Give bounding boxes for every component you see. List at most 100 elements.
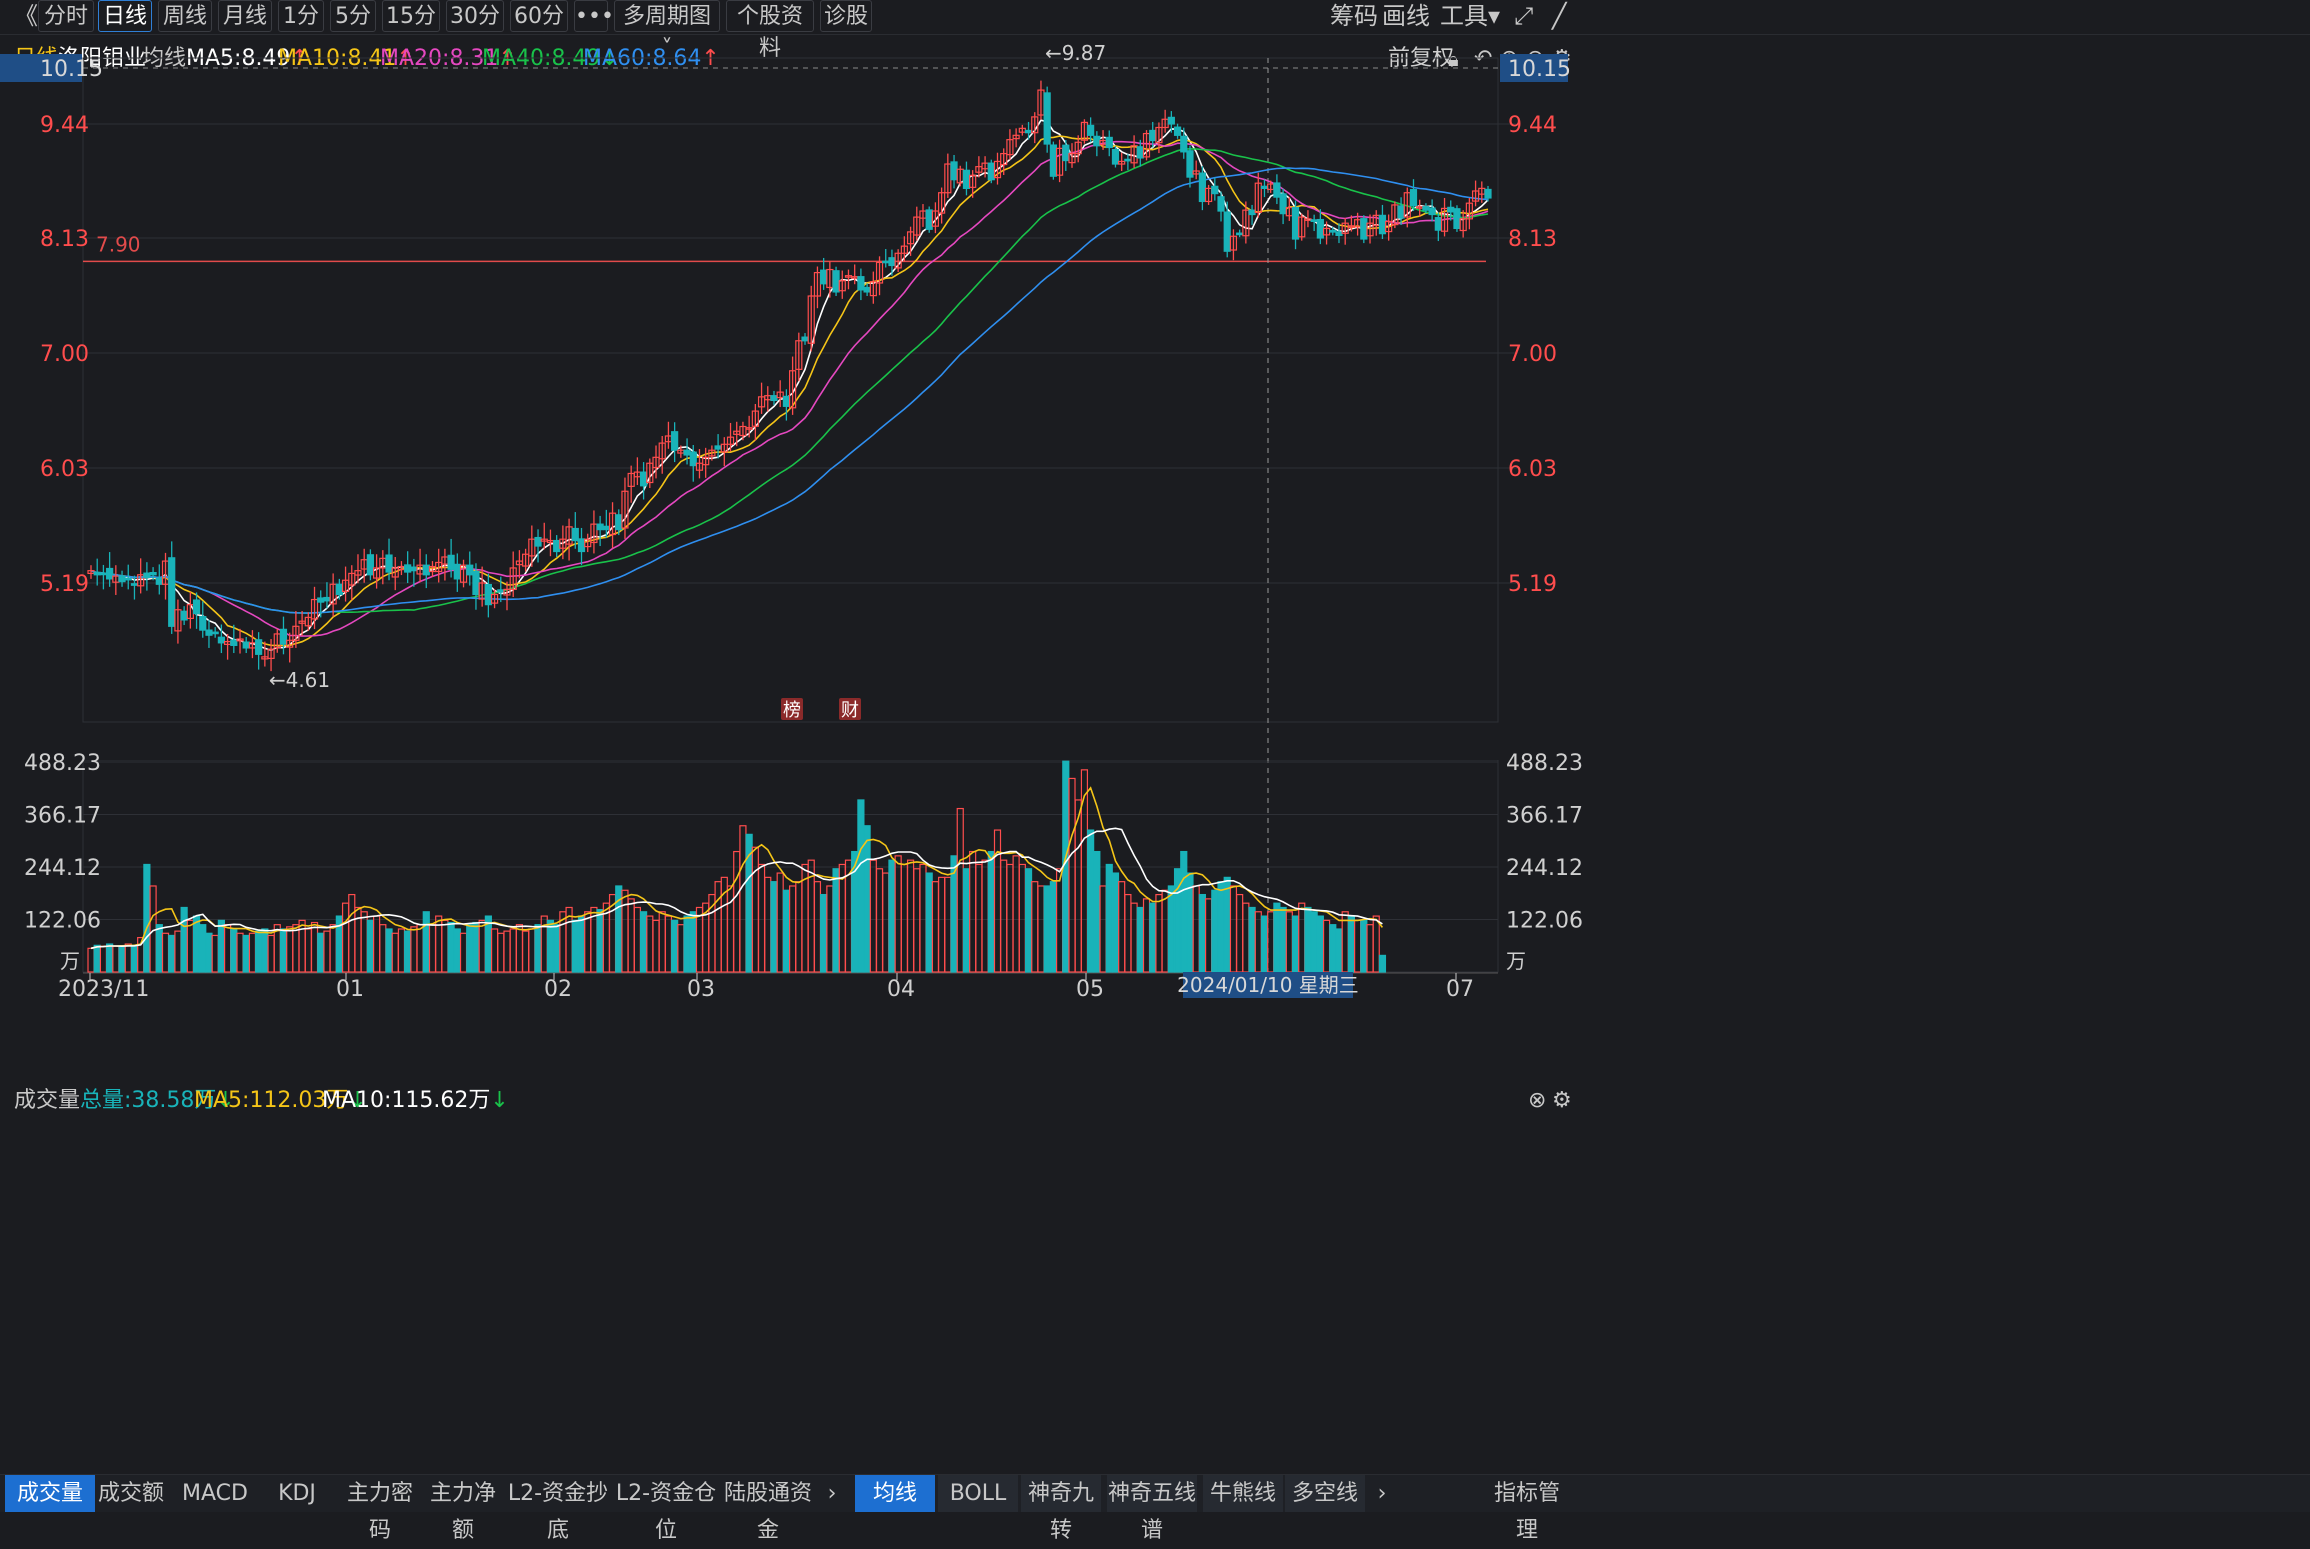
close-circle-icon[interactable]: ⊗ xyxy=(1528,1082,1546,1120)
volume-bar xyxy=(1000,859,1008,973)
volume-bar xyxy=(1267,911,1275,973)
tab-boll[interactable]: BOLL xyxy=(938,1475,1018,1512)
tab-volume[interactable]: 成交量 xyxy=(5,1475,95,1512)
volume-bar xyxy=(149,885,157,973)
candle-body xyxy=(1434,217,1442,231)
tab-turnover[interactable]: 成交额 xyxy=(91,1475,171,1512)
volume-bar xyxy=(1229,885,1238,973)
volume-bar xyxy=(1192,885,1200,973)
candle-body xyxy=(1111,148,1120,165)
volume-bar xyxy=(925,872,933,973)
tab-long-short[interactable]: 多空线 xyxy=(1285,1475,1365,1512)
candle-body xyxy=(683,449,691,456)
tab-indicator-manage[interactable]: 指标管理 xyxy=(1485,1475,1569,1543)
candle-body xyxy=(230,639,238,646)
volume-bar xyxy=(1347,915,1356,973)
indicator-tabs: 成交量 成交额 MACD KDJ 主力密码 主力净额 L2-资金抄底 L2-资金仓位 陆股通资金… xyxy=(0,1474,2310,1543)
volume-bar xyxy=(1099,885,1107,973)
candle-body xyxy=(1260,185,1269,189)
price-tick-label: 8.13 xyxy=(40,227,89,252)
tab-kdj[interactable]: KDJ xyxy=(257,1475,337,1512)
volume-bar xyxy=(1366,924,1374,973)
volume-bar xyxy=(478,919,486,973)
volume-bar xyxy=(671,919,679,973)
volume-ma10: MA10:115.62万↓ xyxy=(322,1082,509,1120)
tab-macd[interactable]: MACD xyxy=(175,1475,255,1512)
volume-bar xyxy=(1055,868,1064,973)
candle-body xyxy=(1316,218,1324,239)
tab-hk-connect[interactable]: 陆股通资金 xyxy=(720,1475,816,1543)
candle-body xyxy=(366,554,374,576)
volume-bar xyxy=(1204,898,1213,973)
volume-bar xyxy=(1136,906,1144,973)
volume-bar xyxy=(1068,777,1076,973)
volume-bar xyxy=(1322,919,1331,973)
candle-body xyxy=(1335,231,1343,236)
candle-body xyxy=(217,636,225,644)
tab-l2-bottom[interactable]: L2-资金抄底 xyxy=(505,1475,611,1543)
tab-main-code[interactable]: 主力密码 xyxy=(340,1475,420,1543)
volume-bar xyxy=(813,881,822,973)
volume-tick-label-right: 366.17 xyxy=(1506,804,1583,829)
volume-bar xyxy=(509,928,517,973)
candle-body xyxy=(472,570,480,596)
volume-bar xyxy=(391,932,399,973)
volume-bar xyxy=(1024,868,1033,973)
volume-bar xyxy=(230,928,238,973)
candle-body xyxy=(447,554,455,570)
volume-bar xyxy=(1354,919,1362,973)
volume-bar xyxy=(938,876,946,973)
tab-main-net[interactable]: 主力净额 xyxy=(423,1475,503,1543)
candle-body xyxy=(1236,232,1244,236)
x-tick-label: 02 xyxy=(544,977,572,1002)
candle-body xyxy=(205,629,213,636)
volume-bar xyxy=(192,915,201,973)
tab-ma[interactable]: 均线 xyxy=(855,1475,935,1512)
volume-bar xyxy=(1304,906,1312,973)
price-tick-label-right: 10.15 xyxy=(1508,57,1571,82)
volume-bar xyxy=(459,932,468,973)
tab-bull-bear[interactable]: 牛熊线 xyxy=(1203,1475,1283,1512)
volume-bar xyxy=(782,889,790,973)
kline-chart[interactable]: 10.15 10.15 9.44 9.44 8.13 8.13 7.00 7.00 6.03 6.… xyxy=(0,0,2310,1511)
chevron-right-icon[interactable]: › xyxy=(1372,1475,1392,1512)
candle-body xyxy=(1360,218,1368,240)
volume-bar xyxy=(205,932,213,973)
volume-bar xyxy=(304,928,312,973)
volume-bar xyxy=(882,872,890,973)
chevron-right-icon[interactable]: › xyxy=(822,1475,842,1512)
tab-l2-position[interactable]: L2-资金仓位 xyxy=(613,1475,719,1543)
volume-bar xyxy=(757,863,766,973)
candle-body xyxy=(410,566,418,572)
volume-tick-label: 244.12 xyxy=(24,856,101,881)
candle-body xyxy=(385,554,393,573)
volume-bar xyxy=(733,850,741,973)
volume-bar xyxy=(410,926,418,973)
volume-bar xyxy=(522,930,530,973)
volume-bar xyxy=(1049,881,1057,973)
volume-bar xyxy=(453,928,461,973)
volume-bar xyxy=(416,924,424,973)
candle-body xyxy=(577,538,586,553)
tab-nine-turn[interactable]: 神奇九转 xyxy=(1021,1475,1101,1543)
candle-body xyxy=(1409,189,1418,207)
volume-bar xyxy=(130,944,139,973)
gear-icon[interactable]: ⚙ xyxy=(1552,1082,1572,1120)
finance-marker: 财 xyxy=(841,700,859,721)
volume-bar xyxy=(329,924,337,973)
volume-bar xyxy=(373,915,381,973)
volume-bar xyxy=(422,911,430,973)
volume-bar xyxy=(1118,881,1126,973)
volume-bar xyxy=(1279,906,1287,973)
volume-bar xyxy=(584,911,592,973)
candle-body xyxy=(882,260,890,264)
x-tick-label: 03 xyxy=(687,977,715,1002)
volume-bar xyxy=(577,915,586,973)
volume-bar xyxy=(770,881,778,973)
candle-body xyxy=(1378,214,1387,235)
tab-five-lines[interactable]: 神奇五线谱 xyxy=(1107,1475,1197,1543)
volume-bar xyxy=(1310,911,1318,973)
volume-bar xyxy=(546,919,555,973)
candle-body xyxy=(950,161,958,181)
volume-bar xyxy=(360,911,368,973)
